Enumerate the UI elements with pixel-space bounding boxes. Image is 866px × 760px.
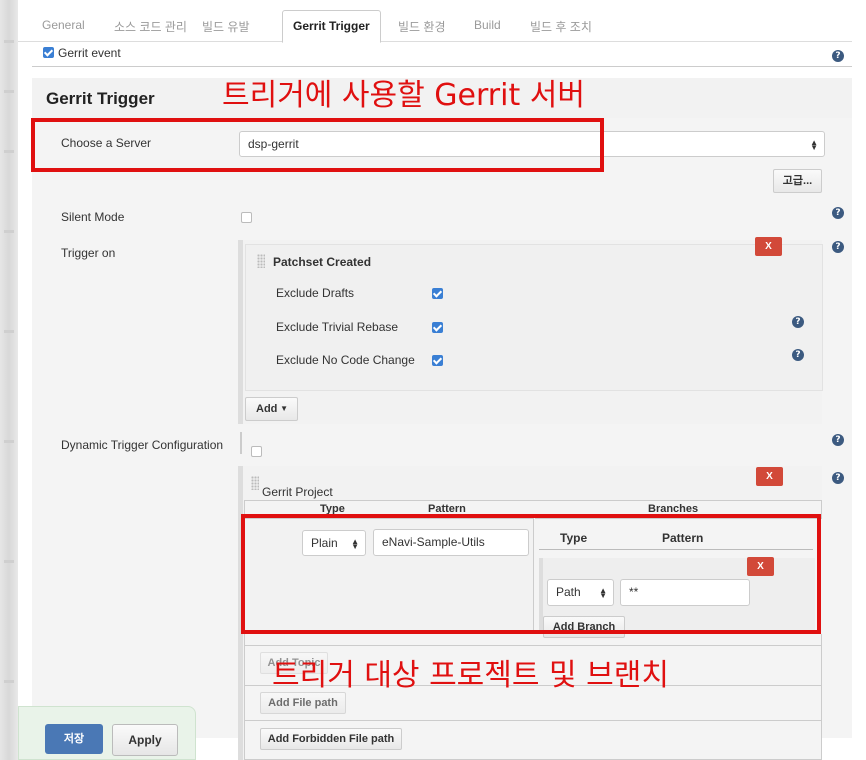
drag-handle-icon[interactable] <box>257 254 265 268</box>
exclude-no-code-change-checkbox[interactable] <box>432 355 443 366</box>
annotation-project: 트리거 대상 프로젝트 및 브랜치 <box>272 658 669 693</box>
tab-gerrit-trigger[interactable]: Gerrit Trigger <box>282 10 381 43</box>
help-icon[interactable]: ? <box>832 50 844 62</box>
tab-scm[interactable]: 소스 코드 관리 <box>114 18 187 35</box>
apply-button[interactable]: Apply <box>112 724 178 756</box>
window-left-edge <box>0 0 18 760</box>
help-icon[interactable]: ? <box>792 349 804 361</box>
help-icon[interactable]: ? <box>792 316 804 328</box>
dynamic-trigger-checkbox[interactable] <box>251 446 262 457</box>
divider <box>32 66 852 67</box>
tab-build[interactable]: Build <box>474 18 501 32</box>
add-trigger-label: Add <box>256 403 278 415</box>
gerrit-event-label: Gerrit event <box>58 46 121 60</box>
tab-build-env[interactable]: 빌드 환경 <box>398 18 446 35</box>
divider <box>240 432 242 454</box>
exclude-trivial-rebase-label: Exclude Trivial Rebase <box>276 320 399 334</box>
help-icon[interactable]: ? <box>832 434 844 446</box>
delete-trigger-button[interactable]: X <box>755 237 782 256</box>
delete-project-button[interactable]: X <box>756 467 783 486</box>
help-icon[interactable]: ? <box>832 207 844 219</box>
exclude-drafts-label: Exclude Drafts <box>276 286 355 300</box>
tab-post-build[interactable]: 빌드 후 조치 <box>530 18 592 35</box>
annotation-box-project <box>241 514 821 634</box>
help-icon[interactable]: ? <box>832 241 844 253</box>
exclude-trivial-rebase-checkbox[interactable] <box>432 322 443 333</box>
divider <box>244 720 822 721</box>
select-arrows-icon: ▲ ▼ <box>810 138 818 152</box>
annotation-server: 트리거에 사용할 Gerrit 서버 <box>222 78 585 113</box>
tab-general[interactable]: General <box>42 18 85 32</box>
gerrit-event-checkbox[interactable] <box>43 47 54 58</box>
exclude-no-code-change-label: Exclude No Code Change <box>276 353 415 367</box>
caret-down-icon: ▼ <box>280 404 288 413</box>
drag-handle-icon[interactable] <box>251 476 259 490</box>
add-trigger-button[interactable]: Add ▼ <box>245 397 298 421</box>
exclude-drafts-checkbox[interactable] <box>432 288 443 299</box>
trigger-on-label: Trigger on <box>61 246 116 260</box>
dynamic-trigger-label: Dynamic Trigger Configuration <box>61 438 224 452</box>
gerrit-project-title: Gerrit Project <box>262 485 333 499</box>
section-title: Gerrit Trigger <box>46 89 155 108</box>
silent-mode-checkbox[interactable] <box>241 212 252 223</box>
annotation-box-server <box>31 118 604 172</box>
patchset-title: Patchset Created <box>273 255 372 269</box>
silent-mode-label: Silent Mode <box>61 210 125 224</box>
add-file-path-button[interactable]: Add File path <box>260 692 346 714</box>
divider <box>244 645 822 646</box>
tab-build-triggers[interactable]: 빌드 유발 <box>202 18 250 35</box>
save-button[interactable]: 저장 <box>45 724 103 754</box>
advanced-button[interactable]: 고급... <box>773 169 822 193</box>
add-forbidden-file-path-button[interactable]: Add Forbidden File path <box>260 728 402 750</box>
help-icon[interactable]: ? <box>832 472 844 484</box>
